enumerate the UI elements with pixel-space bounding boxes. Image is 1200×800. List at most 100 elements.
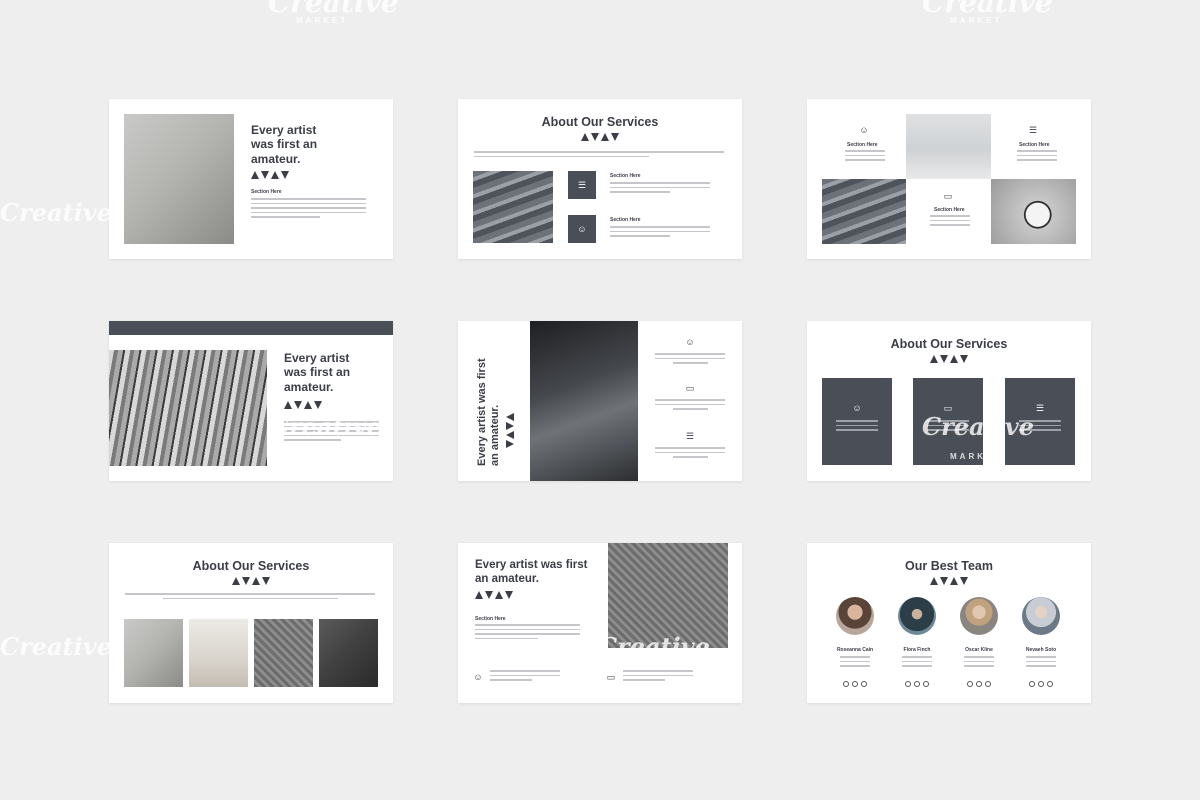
person-icon: ☺ xyxy=(577,224,587,234)
clock-image xyxy=(991,179,1076,244)
checklist-icon: ☰ xyxy=(685,431,695,441)
slide-title: About Our Services xyxy=(192,559,310,573)
slide-5[interactable]: Every artist was first an amateur. ☺ ▭ ☰ xyxy=(458,321,742,481)
member-bio xyxy=(964,656,994,670)
twitter-icon[interactable] xyxy=(843,681,849,687)
person-icon: ☺ xyxy=(473,672,483,682)
triangle-divider xyxy=(807,577,1091,585)
slide-3[interactable]: ☺ Section Here ☰ Section Here ▭ Section … xyxy=(807,99,1091,259)
section-heading: Section Here xyxy=(475,616,506,622)
body-text xyxy=(655,447,725,461)
watermark-logo: Creative xyxy=(270,412,382,441)
staircase-image xyxy=(473,171,553,243)
social-links xyxy=(967,681,991,687)
paint-roller-image xyxy=(124,619,183,687)
body-text xyxy=(655,353,725,367)
slide-2[interactable]: About Our Services ☰ ☺ Section Here Sect… xyxy=(458,99,742,259)
laptop-icon: ▭ xyxy=(606,672,616,682)
pinterest-icon[interactable] xyxy=(861,681,867,687)
staircase-image xyxy=(822,179,906,244)
section-heading: Section Here xyxy=(934,207,965,213)
facebook-icon[interactable] xyxy=(976,681,982,687)
knit-image xyxy=(254,619,313,687)
facebook-icon[interactable] xyxy=(852,681,858,687)
member-name: Oscar Kline xyxy=(965,647,993,653)
slide-title: Every artist was first an amateur. xyxy=(251,123,318,166)
social-links xyxy=(843,681,867,687)
slide-title: Every artist was first an amateur. xyxy=(284,351,351,394)
avatar xyxy=(1022,597,1060,635)
service-icon-box: ☰ xyxy=(568,171,596,199)
member-bio xyxy=(902,656,932,670)
triangle-divider xyxy=(475,591,513,599)
towels-image xyxy=(189,619,248,687)
avatar xyxy=(836,597,874,635)
triangle-divider xyxy=(458,133,742,141)
pinterest-icon[interactable] xyxy=(1047,681,1053,687)
checklist-icon: ☰ xyxy=(577,180,587,190)
facebook-icon[interactable] xyxy=(1038,681,1044,687)
slide-9[interactable]: Our Best Team Roseanna Cain Flora Finch … xyxy=(807,543,1091,703)
person-icon: ☺ xyxy=(859,125,869,135)
member-name: Flora Finch xyxy=(903,647,931,653)
checklist-icon: ☰ xyxy=(1028,125,1038,135)
body-text xyxy=(623,670,693,684)
slide-title: About Our Services xyxy=(890,337,1008,351)
twitter-icon[interactable] xyxy=(905,681,911,687)
slide-1[interactable]: Every artist was first an amateur. Secti… xyxy=(109,99,393,259)
triangle-divider xyxy=(109,577,393,585)
pinterest-icon[interactable] xyxy=(985,681,991,687)
watermark-logo: Creative xyxy=(0,198,112,227)
person-icon: ☺ xyxy=(852,403,862,413)
facebook-icon[interactable] xyxy=(914,681,920,687)
laptop-icon: ▭ xyxy=(943,191,953,201)
watermark-logo: Creative xyxy=(598,632,710,661)
body-text xyxy=(251,198,366,221)
body-text xyxy=(930,215,970,229)
section-heading: Section Here xyxy=(251,189,282,195)
slide-title-vertical: Every artist was first an amateur. xyxy=(476,358,502,466)
watermark-logo: Creative xyxy=(0,632,112,661)
body-text xyxy=(1017,150,1057,164)
triangle-divider xyxy=(807,355,1091,363)
twitter-icon[interactable] xyxy=(967,681,973,687)
watermark-sub: MARKET xyxy=(950,16,1003,25)
triangle-divider xyxy=(284,401,322,409)
person-icon: ☺ xyxy=(685,337,695,347)
twitter-icon[interactable] xyxy=(1029,681,1035,687)
tree-image xyxy=(906,114,991,179)
social-links xyxy=(905,681,929,687)
slide-4[interactable]: Every artist was first an amateur. xyxy=(109,321,393,481)
laptop-icon: ▭ xyxy=(685,383,695,393)
tiles-image xyxy=(109,350,267,466)
section-heading: Section Here xyxy=(1019,142,1050,148)
slide-title: Our Best Team xyxy=(905,559,993,573)
paint-roller-image xyxy=(124,114,234,244)
slide-7[interactable]: About Our Services xyxy=(109,543,393,703)
header-bar xyxy=(109,321,393,335)
body-text xyxy=(490,670,560,684)
fabric-image xyxy=(319,619,378,687)
body-text xyxy=(655,399,725,413)
service-icon-box: ☺ xyxy=(568,215,596,243)
architecture-image xyxy=(530,321,638,481)
slide-8[interactable]: Every artist was first an amateur. Secti… xyxy=(458,543,742,703)
triangle-divider xyxy=(506,413,514,448)
avatar xyxy=(960,597,998,635)
member-name: Nevaeh Soto xyxy=(1025,647,1057,653)
member-bio xyxy=(1026,656,1056,670)
intro-text xyxy=(474,151,724,160)
body-text xyxy=(845,150,885,164)
body-text xyxy=(475,624,580,642)
watermark-logo: Creative xyxy=(598,192,710,221)
avatar xyxy=(898,597,936,635)
checklist-icon: ☰ xyxy=(1035,403,1045,413)
section-heading: Section Here xyxy=(847,142,878,148)
slide-title: Every artist was first an amateur. xyxy=(475,559,588,585)
service-card: ☺ xyxy=(822,378,892,465)
pinterest-icon[interactable] xyxy=(923,681,929,687)
watermark-sub: MARKET xyxy=(296,16,349,25)
slide-6[interactable]: About Our Services ☺ ▭ ☰ xyxy=(807,321,1091,481)
body-text xyxy=(610,226,710,240)
member-name: Roseanna Cain xyxy=(836,647,874,653)
